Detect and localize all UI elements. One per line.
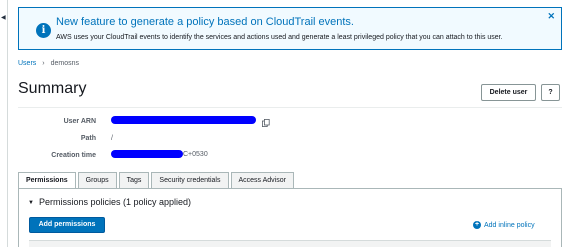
permissions-policies-header[interactable]: ▼ Permissions policies (1 policy applied) xyxy=(28,197,191,207)
tab-permissions[interactable]: Permissions xyxy=(18,172,76,188)
tab-tags[interactable]: Tags xyxy=(118,172,150,188)
plus-icon: + xyxy=(473,221,481,229)
chevron-right-icon: › xyxy=(42,60,45,67)
creation-time-suffix: C+0530 xyxy=(183,150,208,158)
sidebar-toggle[interactable]: ◀ xyxy=(0,0,8,247)
user-arn-label: User ARN xyxy=(63,118,96,125)
close-icon[interactable]: ✕ xyxy=(547,11,555,22)
add-inline-policy-label: Add inline policy xyxy=(484,221,535,229)
caret-down-icon: ▼ xyxy=(28,199,34,206)
redaction xyxy=(111,150,183,158)
info-icon: i xyxy=(36,23,51,38)
add-permissions-button[interactable]: Add permissions xyxy=(29,217,105,233)
redaction xyxy=(111,116,256,124)
info-banner: i New feature to generate a policy based… xyxy=(18,7,562,50)
creation-time-value: C+0530 xyxy=(111,150,208,158)
creation-time-label: Creation time xyxy=(51,152,96,159)
breadcrumb-current: demosns xyxy=(50,60,80,67)
help-button[interactable]: ? xyxy=(541,84,560,101)
permissions-policies-title: Permissions policies (1 policy applied) xyxy=(38,197,192,207)
banner-description: AWS uses your CloudTrail events to ident… xyxy=(56,34,503,41)
delete-user-button[interactable]: Delete user xyxy=(481,84,536,101)
divider xyxy=(18,107,562,108)
copy-icon[interactable] xyxy=(262,119,270,127)
tab-access-advisor[interactable]: Access Advisor xyxy=(230,172,294,188)
breadcrumb-users[interactable]: Users xyxy=(18,60,36,67)
tab-bar: Permissions Groups Tags Security credent… xyxy=(18,172,296,188)
add-inline-policy-link[interactable]: + Add inline policy xyxy=(473,221,535,229)
page-title: Summary xyxy=(18,80,87,97)
breadcrumb: Users › demosns xyxy=(18,60,79,67)
tab-security-credentials[interactable]: Security credentials xyxy=(151,172,229,188)
banner-title[interactable]: New feature to generate a policy based o… xyxy=(56,16,354,28)
user-arn-value xyxy=(111,116,256,124)
caret-left-icon: ◀ xyxy=(1,15,6,21)
path-label: Path xyxy=(80,135,96,142)
policies-table-header xyxy=(29,240,551,247)
tab-groups[interactable]: Groups xyxy=(77,172,117,188)
path-value: / xyxy=(111,135,113,142)
